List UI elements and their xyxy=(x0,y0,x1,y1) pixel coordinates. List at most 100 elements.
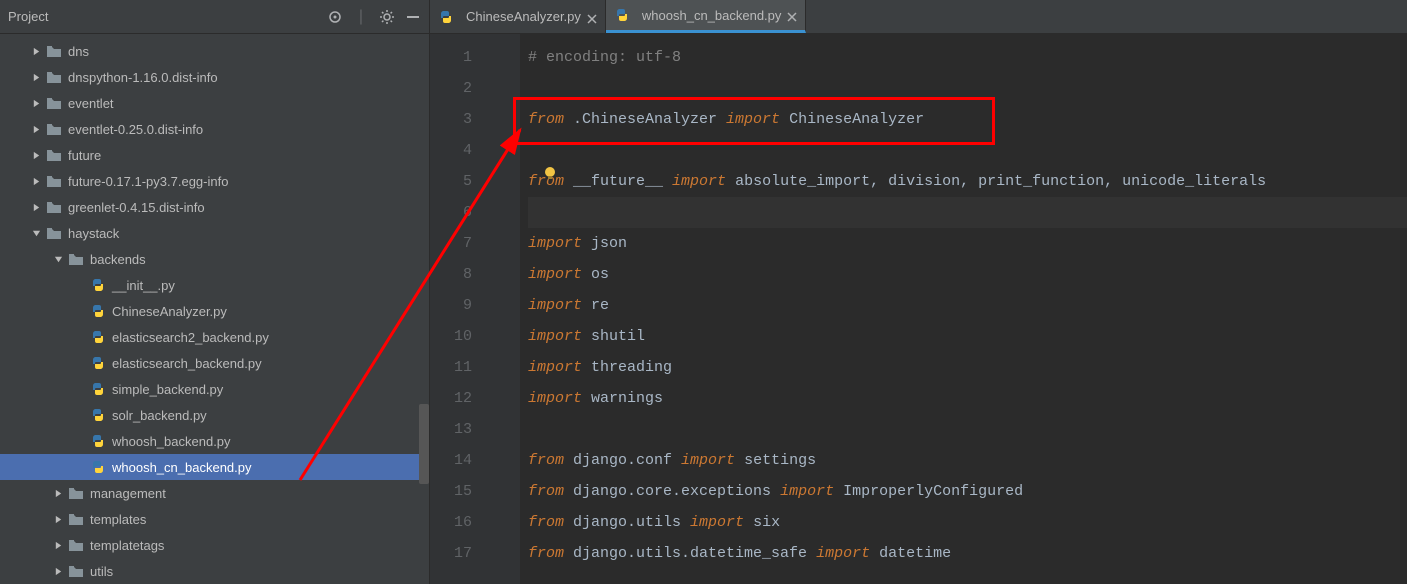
gear-icon[interactable] xyxy=(379,9,395,25)
tree-label: future xyxy=(68,148,101,163)
line-gutter: 1234567891011121314151617 xyxy=(430,34,490,584)
line-number: 16 xyxy=(430,507,490,538)
tree-folder[interactable]: greenlet-0.4.15.dist-info xyxy=(0,194,429,220)
close-icon[interactable] xyxy=(587,12,597,22)
folder-icon xyxy=(68,512,84,526)
chevron-right-icon[interactable] xyxy=(30,45,42,57)
chevron-right-icon[interactable] xyxy=(52,565,64,577)
folder-icon xyxy=(46,70,62,84)
tree-file[interactable]: solr_backend.py xyxy=(0,402,429,428)
tree-file[interactable]: elasticsearch2_backend.py xyxy=(0,324,429,350)
editor-tab[interactable]: whoosh_cn_backend.py xyxy=(606,0,807,33)
tree-file[interactable]: whoosh_cn_backend.py xyxy=(0,454,429,480)
target-icon[interactable] xyxy=(327,9,343,25)
chevron-right-icon[interactable] xyxy=(52,487,64,499)
code-line[interactable]: from .ChineseAnalyzer import ChineseAnal… xyxy=(528,104,1407,135)
tree-file[interactable]: ChineseAnalyzer.py xyxy=(0,298,429,324)
code-line[interactable]: import shutil xyxy=(528,321,1407,352)
tree-folder[interactable]: eventlet xyxy=(0,90,429,116)
tree-file[interactable]: elasticsearch_backend.py xyxy=(0,350,429,376)
tree-file[interactable]: __init__.py xyxy=(0,272,429,298)
chevron-down-icon[interactable] xyxy=(30,227,42,239)
tree-label: dnspython-1.16.0.dist-info xyxy=(68,70,218,85)
tree-label: whoosh_cn_backend.py xyxy=(112,460,252,475)
python-file-icon xyxy=(90,381,106,397)
chevron-right-icon[interactable] xyxy=(30,123,42,135)
tree-label: backends xyxy=(90,252,146,267)
tree-folder[interactable]: dnspython-1.16.0.dist-info xyxy=(0,64,429,90)
tree-folder[interactable]: future-0.17.1-py3.7.egg-info xyxy=(0,168,429,194)
code-line[interactable]: import re xyxy=(528,290,1407,321)
python-file-icon xyxy=(90,459,106,475)
line-number: 4 xyxy=(430,135,490,166)
code-line[interactable]: from __future__ import absolute_import, … xyxy=(528,166,1407,197)
tree-folder[interactable]: haystack xyxy=(0,220,429,246)
tree-folder[interactable]: dns xyxy=(0,38,429,64)
code-line[interactable] xyxy=(528,73,1407,104)
chevron-right-icon[interactable] xyxy=(30,71,42,83)
code-line[interactable]: import threading xyxy=(528,352,1407,383)
code-line[interactable] xyxy=(528,135,1407,166)
line-number: 1 xyxy=(430,42,490,73)
chevron-down-icon[interactable] xyxy=(52,253,64,265)
tree-folder[interactable]: utils xyxy=(0,558,429,584)
tree-folder[interactable]: future xyxy=(0,142,429,168)
chevron-right-icon[interactable] xyxy=(52,513,64,525)
chevron-right-icon[interactable] xyxy=(30,201,42,213)
code-line[interactable]: from django.utils import six xyxy=(528,507,1407,538)
tree-label: elasticsearch2_backend.py xyxy=(112,330,269,345)
line-number: 7 xyxy=(430,228,490,259)
tree-label: elasticsearch_backend.py xyxy=(112,356,262,371)
project-sidebar: Project | dnsdnspython-1.16.0.dist-infoe… xyxy=(0,0,430,584)
tree-label: simple_backend.py xyxy=(112,382,223,397)
folder-icon xyxy=(46,174,62,188)
tree-file[interactable]: simple_backend.py xyxy=(0,376,429,402)
folder-icon xyxy=(68,564,84,578)
tree-folder[interactable]: backends xyxy=(0,246,429,272)
chevron-right-icon[interactable] xyxy=(30,175,42,187)
tree-label: eventlet-0.25.0.dist-info xyxy=(68,122,203,137)
code-line[interactable]: import json xyxy=(528,228,1407,259)
tree-folder[interactable]: templatetags xyxy=(0,532,429,558)
tree-folder[interactable]: templates xyxy=(0,506,429,532)
project-tree[interactable]: dns dnspython-1.16.0.dist-info eventlet eve… xyxy=(0,34,429,584)
folder-icon xyxy=(46,44,62,58)
tree-label: solr_backend.py xyxy=(112,408,207,423)
chevron-right-icon[interactable] xyxy=(52,539,64,551)
tree-folder[interactable]: eventlet-0.25.0.dist-info xyxy=(0,116,429,142)
chevron-right-icon[interactable] xyxy=(30,149,42,161)
code-line[interactable]: import warnings xyxy=(528,383,1407,414)
tree-label: eventlet xyxy=(68,96,114,111)
code-line[interactable] xyxy=(528,414,1407,445)
close-icon[interactable] xyxy=(787,10,797,20)
python-file-icon xyxy=(90,303,106,319)
tree-folder[interactable]: management xyxy=(0,480,429,506)
scrollbar-thumb[interactable] xyxy=(419,404,429,484)
bulb-icon[interactable] xyxy=(542,166,558,182)
code-line[interactable]: from django.core.exceptions import Impro… xyxy=(528,476,1407,507)
code-line[interactable]: from django.conf import settings xyxy=(528,445,1407,476)
chevron-right-icon[interactable] xyxy=(30,97,42,109)
code-line[interactable] xyxy=(528,197,1407,228)
line-number: 8 xyxy=(430,259,490,290)
python-file-icon xyxy=(90,407,106,423)
tree-label: management xyxy=(90,486,166,501)
code-line[interactable]: # encoding: utf-8 xyxy=(528,42,1407,73)
tab-label: ChineseAnalyzer.py xyxy=(466,9,581,24)
tree-file[interactable]: whoosh_backend.py xyxy=(0,428,429,454)
tree-label: haystack xyxy=(68,226,119,241)
code-editor[interactable]: 1234567891011121314151617 # encoding: ut… xyxy=(430,34,1407,584)
editor-tab[interactable]: ChineseAnalyzer.py xyxy=(430,0,606,33)
line-number: 13 xyxy=(430,414,490,445)
code-line[interactable]: from django.utils.datetime_safe import d… xyxy=(528,538,1407,569)
folder-icon xyxy=(46,148,62,162)
python-file-icon xyxy=(90,277,106,293)
python-file-icon xyxy=(90,355,106,371)
line-number: 5 xyxy=(430,166,490,197)
tab-label: whoosh_cn_backend.py xyxy=(642,8,782,23)
code-line[interactable]: import os xyxy=(528,259,1407,290)
tree-label: future-0.17.1-py3.7.egg-info xyxy=(68,174,228,189)
collapse-icon[interactable] xyxy=(405,9,421,25)
line-number: 15 xyxy=(430,476,490,507)
code-content[interactable]: # encoding: utf-8 from .ChineseAnalyzer … xyxy=(520,34,1407,584)
